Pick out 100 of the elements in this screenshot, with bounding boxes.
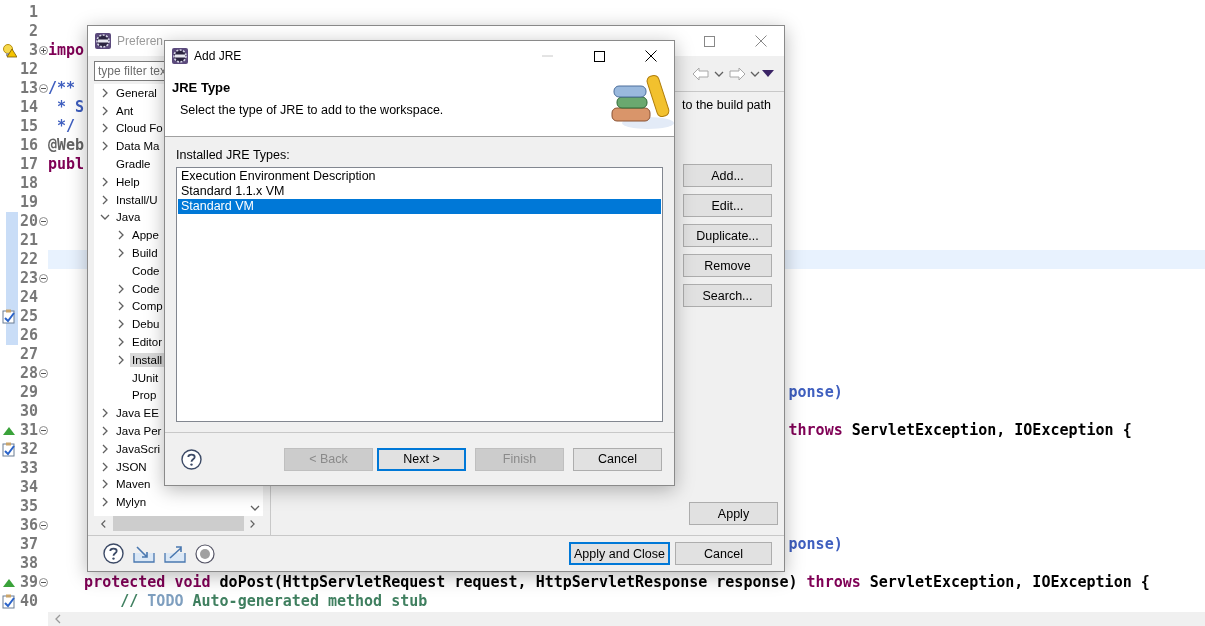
tree-item[interactable]: Install/U	[114, 192, 160, 207]
line-number: 40	[18, 592, 38, 611]
collapse-icon[interactable]	[38, 521, 48, 530]
expand-chevron-icon[interactable]	[116, 248, 126, 259]
expand-chevron-icon[interactable]	[100, 461, 110, 472]
expand-chevron-icon[interactable]	[116, 354, 126, 365]
tree-item[interactable]: JSON	[114, 459, 149, 474]
apply-button[interactable]: Apply	[689, 502, 778, 525]
list-item[interactable]: Execution Environment Description	[178, 169, 661, 184]
maximize-icon[interactable]	[593, 50, 605, 62]
expand-chevron-icon[interactable]	[116, 319, 126, 330]
expand-chevron-icon[interactable]	[116, 301, 126, 312]
expand-icon[interactable]	[38, 46, 48, 55]
collapse-icon[interactable]	[38, 217, 48, 226]
side-button[interactable]: Search...	[683, 284, 772, 307]
expand-chevron-icon[interactable]	[100, 479, 110, 490]
line-number: 18	[18, 174, 38, 193]
expand-chevron-icon[interactable]	[116, 230, 126, 241]
help-icon[interactable]	[103, 543, 124, 564]
footer-button[interactable]: Apply and Close	[569, 542, 670, 565]
tree-item[interactable]: Ant	[114, 103, 136, 118]
line-number: 32	[18, 440, 38, 459]
wizard-button[interactable]: Cancel	[573, 447, 662, 471]
collapse-icon[interactable]	[38, 369, 48, 378]
record-icon[interactable]	[195, 543, 215, 564]
tree-item[interactable]: Gradle	[114, 157, 153, 172]
tree-item[interactable]: Prop	[130, 388, 159, 403]
tree-item[interactable]: Java	[114, 210, 143, 225]
list-item[interactable]: Standard 1.1.x VM	[178, 184, 661, 199]
export-icon[interactable]	[164, 544, 186, 563]
tree-item[interactable]: Help	[114, 174, 142, 189]
side-button[interactable]: Add...	[683, 164, 772, 187]
scroll-down-icon[interactable]	[249, 503, 260, 513]
expand-chevron-icon[interactable]	[100, 194, 110, 205]
collapse-icon[interactable]	[38, 578, 48, 587]
line-number: 22	[18, 250, 38, 269]
tree-item[interactable]: Comp	[130, 299, 165, 314]
clipboard-icon[interactable]	[2, 594, 16, 609]
expand-chevron-icon[interactable]	[100, 105, 110, 116]
code-text: ponse)	[788, 535, 843, 554]
expand-chevron-icon[interactable]	[100, 426, 110, 437]
line-number: 24	[18, 288, 38, 307]
line-number: 1	[27, 3, 38, 22]
tree-item[interactable]: JUnit	[130, 370, 161, 385]
footer-button[interactable]: Cancel	[675, 542, 772, 565]
expand-chevron-icon[interactable]	[100, 87, 110, 98]
tree-item[interactable]: Java Per	[114, 424, 164, 439]
tree-item[interactable]: General	[114, 85, 159, 100]
collapse-icon[interactable]	[38, 84, 48, 93]
code-text: * S	[56, 98, 85, 117]
expand-chevron-icon[interactable]	[100, 141, 110, 152]
side-button[interactable]: Duplicate...	[683, 224, 772, 247]
help-icon[interactable]	[181, 448, 202, 470]
tree-item[interactable]: Editor	[130, 335, 165, 350]
scroll-right-icon[interactable]	[248, 518, 257, 529]
horizontal-scrollbar[interactable]	[48, 612, 1205, 626]
expand-chevron-icon[interactable]	[100, 443, 110, 454]
close-icon[interactable]	[645, 50, 657, 62]
code-text: protected void doPost(HttpServletRequest request, HttpServletResponse response) throws ServletException, IOException {	[83, 573, 1150, 592]
tree-item[interactable]: Install	[130, 352, 165, 367]
view-menu-icon[interactable]	[762, 69, 774, 78]
tree-item[interactable]: Appe	[130, 228, 161, 243]
list-label: Installed JRE Types:	[176, 148, 291, 162]
code-text: publ	[48, 155, 85, 174]
app-icon	[172, 48, 188, 64]
up-triangle-icon[interactable]	[3, 578, 15, 587]
collapse-icon[interactable]	[38, 274, 48, 283]
line-number: 21	[18, 231, 38, 250]
clipboard-icon[interactable]	[2, 309, 16, 324]
expand-chevron-icon[interactable]	[100, 123, 110, 134]
tree-item[interactable]: Data Ma	[114, 139, 162, 154]
code-text: */	[56, 117, 76, 136]
tree-item[interactable]: Maven	[114, 477, 153, 492]
tree-item[interactable]: Code	[130, 281, 162, 296]
tree-item[interactable]: Mylyn	[114, 495, 149, 510]
line-number: 34	[18, 478, 38, 497]
tree-item[interactable]: Build	[130, 246, 160, 261]
tree-item[interactable]: Debu	[130, 317, 162, 332]
line-number: 13	[18, 79, 38, 98]
expand-chevron-icon[interactable]	[100, 497, 110, 508]
list-item[interactable]: Standard VM	[178, 199, 661, 214]
side-button[interactable]: Remove	[683, 254, 772, 277]
collapse-icon[interactable]	[38, 426, 48, 435]
tree-item[interactable]: Code	[130, 263, 162, 278]
page-heading: JRE Type	[172, 80, 232, 95]
expand-chevron-icon[interactable]	[100, 408, 110, 419]
expand-chevron-icon[interactable]	[100, 176, 110, 187]
tree-item[interactable]: Cloud Fo	[114, 121, 165, 136]
up-triangle-icon[interactable]	[3, 426, 15, 435]
lightbulb-warning-icon[interactable]	[1, 43, 17, 58]
tree-item[interactable]: Java EE	[114, 406, 161, 421]
expand-chevron-icon[interactable]	[116, 283, 126, 294]
line-number: 29	[18, 383, 38, 402]
clipboard-icon[interactable]	[2, 442, 16, 457]
window-title: Add JRE	[194, 49, 243, 63]
wizard-button[interactable]: Next >	[377, 447, 466, 471]
tree-item[interactable]: JavaScri	[114, 441, 163, 456]
side-button[interactable]: Edit...	[683, 194, 772, 217]
import-icon[interactable]	[133, 544, 155, 563]
expand-chevron-icon[interactable]	[116, 337, 126, 348]
